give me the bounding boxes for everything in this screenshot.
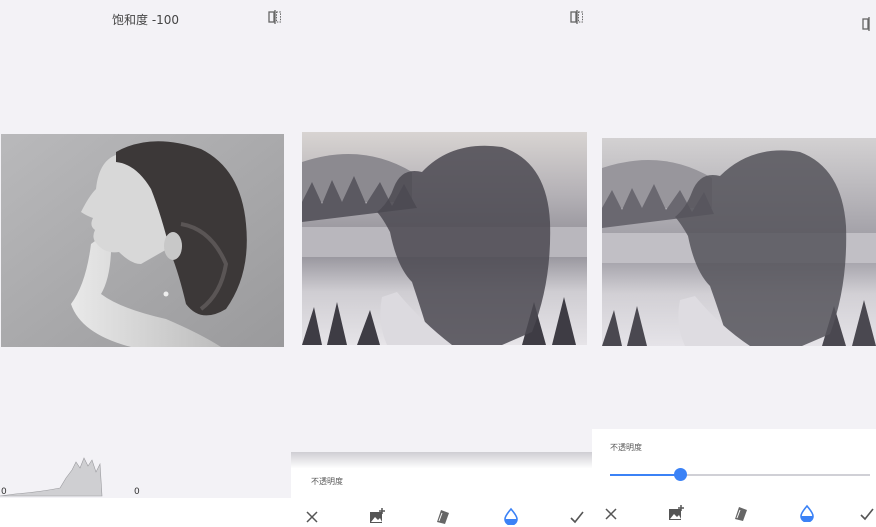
histogram-min-label: 0 bbox=[1, 487, 7, 497]
histogram bbox=[0, 450, 140, 498]
opacity-slider[interactable] bbox=[610, 468, 870, 482]
panel-opacity-adjust: 不透明度 bbox=[592, 0, 876, 527]
adjustment-title: 饱和度 -100 bbox=[112, 13, 180, 27]
check-icon[interactable] bbox=[568, 508, 586, 526]
add-image-icon[interactable] bbox=[667, 504, 685, 522]
compare-icon[interactable] bbox=[268, 9, 282, 24]
compare-icon[interactable] bbox=[570, 9, 584, 24]
opacity-label: 不透明度 bbox=[610, 443, 642, 452]
portrait-photo bbox=[1, 134, 284, 347]
slider-fill bbox=[610, 474, 681, 476]
blend-mode-icon[interactable] bbox=[732, 504, 750, 522]
bottom-bar bbox=[0, 498, 291, 527]
panel-saturation: 饱和度 -100 0 0 bbox=[0, 0, 291, 527]
histogram-max-label: 0 bbox=[134, 487, 140, 497]
opacity-drop-icon[interactable] bbox=[502, 507, 520, 525]
slider-thumb[interactable] bbox=[674, 468, 688, 481]
blend-mode-icon[interactable] bbox=[434, 507, 452, 525]
check-icon[interactable] bbox=[858, 505, 876, 523]
opacity-drop-icon[interactable] bbox=[798, 504, 816, 522]
add-image-icon[interactable] bbox=[368, 507, 386, 525]
double-exposure-photo bbox=[602, 138, 876, 346]
close-icon[interactable] bbox=[602, 505, 620, 523]
compare-icon[interactable] bbox=[862, 16, 876, 31]
panel-double-exposure-blend: 不透明度 bbox=[291, 0, 592, 527]
opacity-label: 不透明度 bbox=[311, 477, 343, 486]
double-exposure-photo bbox=[302, 132, 587, 345]
close-icon[interactable] bbox=[303, 508, 321, 526]
